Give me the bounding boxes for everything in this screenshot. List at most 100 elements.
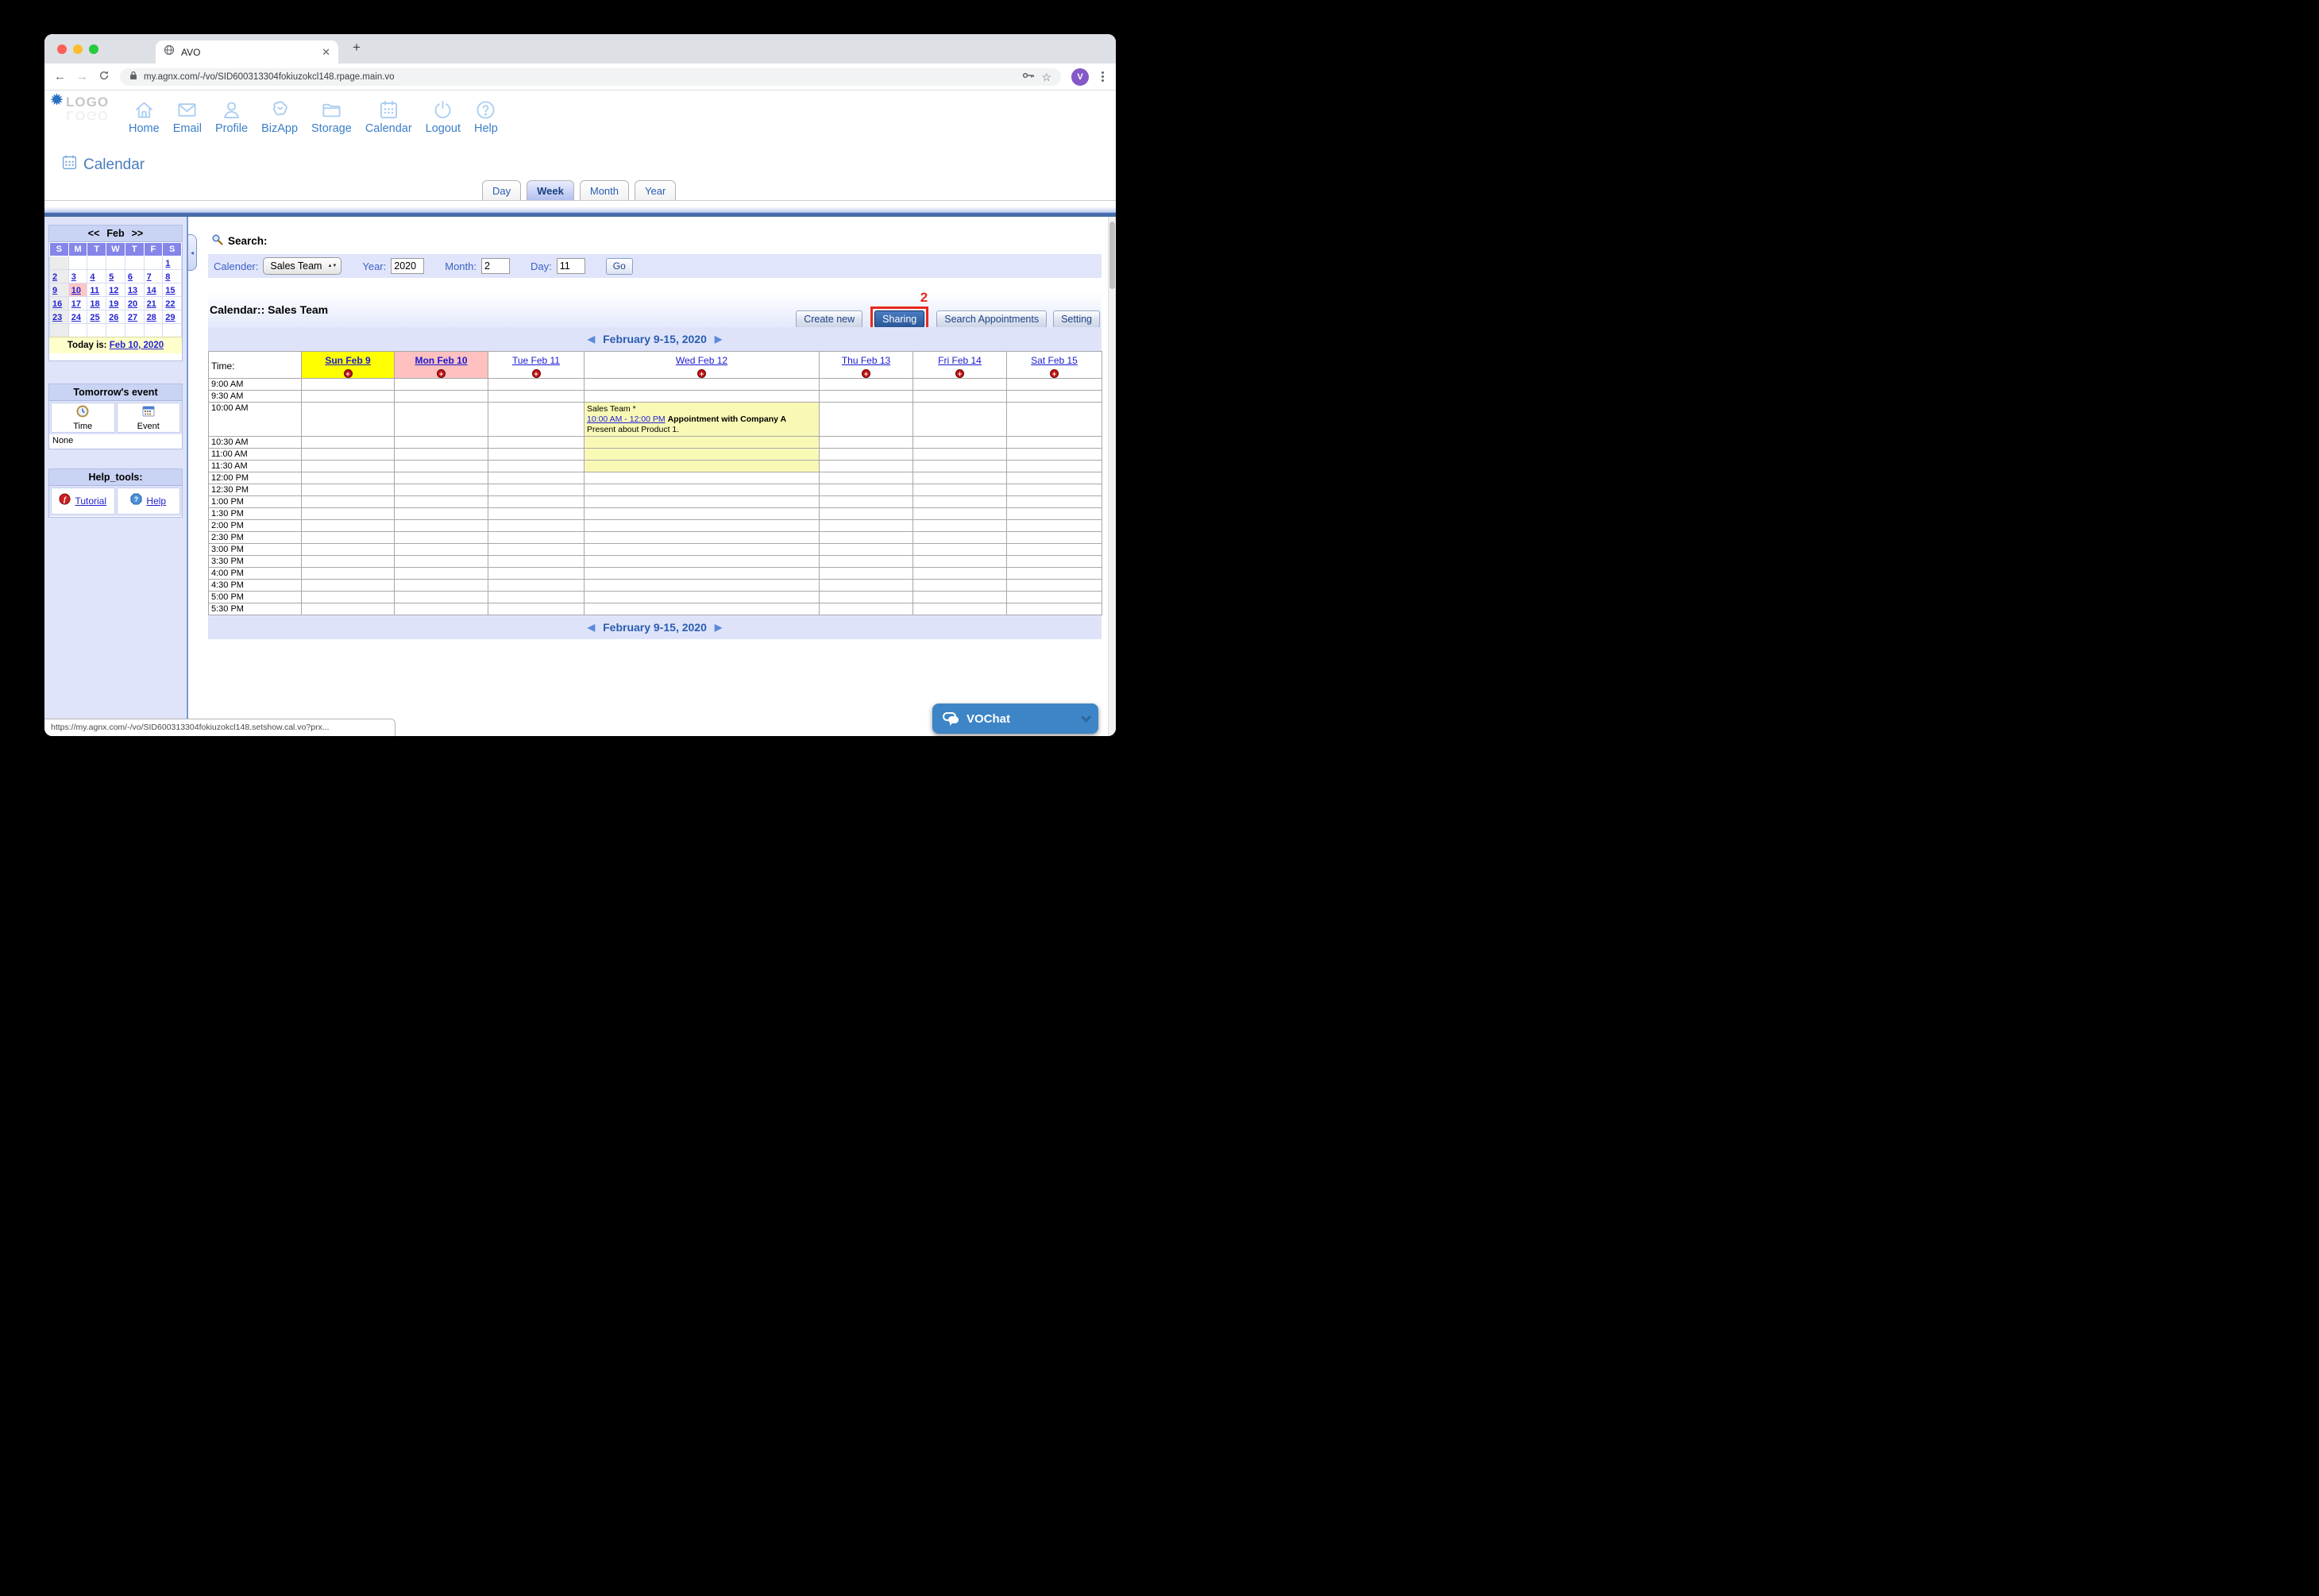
minical-day-cell[interactable]: 5 — [106, 270, 125, 283]
prev-week-icon[interactable]: ◀ — [588, 333, 595, 345]
minical-day-cell[interactable]: 14 — [144, 283, 163, 296]
minical-day-link[interactable]: 10 — [71, 286, 81, 295]
minical-day-cell[interactable]: 2 — [50, 270, 68, 283]
year-input[interactable] — [391, 258, 425, 274]
today-date-link[interactable]: Feb 10, 2020 — [110, 341, 164, 350]
minical-day-link[interactable]: 8 — [165, 272, 170, 282]
scrollbar-thumb[interactable] — [1109, 222, 1115, 289]
slot-cell[interactable] — [913, 555, 1007, 568]
slot-cell[interactable] — [584, 567, 820, 580]
create-new-button[interactable]: Create new — [796, 310, 863, 328]
day-link[interactable]: Mon Feb 10 — [415, 355, 467, 366]
next-week-icon[interactable]: ▶ — [715, 622, 722, 633]
tab-day[interactable]: Day — [482, 180, 522, 201]
tab-week[interactable]: Week — [527, 180, 574, 201]
slot-cell[interactable] — [1006, 507, 1102, 520]
slot-cell[interactable] — [1006, 436, 1102, 449]
nav-item-storage[interactable]: Storage — [311, 99, 352, 135]
slot-cell[interactable] — [819, 495, 913, 508]
minical-day-cell[interactable]: 1 — [163, 256, 181, 269]
slot-cell[interactable] — [1006, 543, 1102, 556]
slot-cell[interactable] — [913, 603, 1007, 615]
slot-cell[interactable] — [819, 555, 913, 568]
slot-cell[interactable] — [394, 507, 488, 520]
prev-month-button[interactable]: << — [88, 226, 100, 241]
add-appointment-icon[interactable]: + — [1050, 369, 1059, 378]
minical-day-cell[interactable]: 24 — [68, 310, 87, 323]
slot-cell[interactable] — [301, 507, 395, 520]
minical-day-cell[interactable]: 29 — [163, 310, 181, 323]
add-appointment-icon[interactable]: + — [955, 369, 964, 378]
add-appointment-icon[interactable]: + — [343, 369, 353, 378]
minical-day-cell[interactable]: 3 — [68, 270, 87, 283]
slot-cell[interactable] — [394, 436, 488, 449]
slot-cell[interactable] — [301, 531, 395, 544]
slot-cell[interactable] — [819, 402, 913, 437]
minical-day-cell[interactable]: 26 — [106, 310, 125, 323]
vochat-widget[interactable]: VOChat — [932, 704, 1098, 734]
minical-day-cell[interactable]: 10 — [68, 283, 87, 296]
slot-cell[interactable] — [913, 531, 1007, 544]
slot-cell[interactable] — [1006, 591, 1102, 603]
minical-day-link[interactable]: 25 — [90, 313, 99, 322]
slot-cell[interactable] — [301, 495, 395, 508]
slot-cell[interactable] — [488, 591, 585, 603]
tab-year[interactable]: Year — [635, 180, 677, 201]
slot-cell[interactable] — [301, 543, 395, 556]
minical-day-cell[interactable]: 11 — [87, 283, 106, 296]
slot-cell[interactable] — [394, 555, 488, 568]
slot-cell[interactable] — [301, 579, 395, 592]
slot-cell[interactable] — [819, 448, 913, 461]
slot-cell[interactable] — [1006, 579, 1102, 592]
nav-item-logout[interactable]: Logout — [426, 99, 461, 135]
minical-day-link[interactable]: 24 — [71, 313, 81, 322]
slot-cell[interactable] — [584, 543, 820, 556]
add-appointment-icon[interactable]: + — [862, 369, 870, 378]
minical-day-cell[interactable]: 6 — [125, 270, 144, 283]
slot-cell[interactable] — [488, 543, 585, 556]
sidebar-collapse-handle[interactable]: ◂ — [188, 234, 197, 271]
minical-day-link[interactable]: 28 — [147, 313, 156, 322]
month-input[interactable] — [481, 258, 510, 274]
slot-cell[interactable] — [394, 390, 488, 403]
slot-cell[interactable] — [301, 390, 395, 403]
minical-day-link[interactable]: 15 — [165, 286, 175, 295]
day-link[interactable]: Fri Feb 14 — [938, 355, 982, 366]
minical-day-link[interactable]: 23 — [52, 313, 62, 322]
forward-icon[interactable]: → — [76, 71, 88, 83]
sharing-button[interactable]: Sharing — [874, 310, 925, 328]
slot-cell[interactable] — [488, 472, 585, 484]
event-appointment[interactable]: Sales Team * 10:00 AM - 12:00 PM Appointm… — [585, 403, 819, 436]
nav-item-help[interactable]: Help — [474, 99, 498, 135]
slot-cell[interactable] — [488, 603, 585, 615]
slot-cell[interactable] — [913, 579, 1007, 592]
slot-cell[interactable] — [819, 472, 913, 484]
close-window-button[interactable] — [57, 44, 67, 54]
slot-cell[interactable] — [488, 390, 585, 403]
slot-cell[interactable] — [819, 579, 913, 592]
slot-cell[interactable] — [1006, 484, 1102, 496]
slot-cell[interactable] — [1006, 448, 1102, 461]
tutorial-link[interactable]: Tutorial — [75, 495, 106, 507]
slot-cell[interactable] — [913, 390, 1007, 403]
prev-week-icon[interactable]: ◀ — [588, 622, 595, 633]
slot-cell[interactable] — [488, 531, 585, 544]
search-appointments-button[interactable]: Search Appointments — [936, 310, 1048, 328]
slot-cell[interactable] — [488, 579, 585, 592]
nav-item-calendar[interactable]: Calendar — [365, 99, 412, 135]
slot-cell[interactable] — [394, 591, 488, 603]
minical-day-cell[interactable]: 9 — [50, 283, 68, 296]
slot-cell[interactable] — [819, 436, 913, 449]
slot-cell[interactable] — [584, 603, 820, 615]
slot-cell[interactable] — [488, 378, 585, 391]
minical-day-link[interactable]: 11 — [90, 286, 99, 295]
minical-day-link[interactable]: 3 — [71, 272, 76, 282]
slot-cell[interactable] — [394, 567, 488, 580]
slot-cell[interactable] — [819, 378, 913, 391]
minical-day-link[interactable]: 21 — [147, 299, 156, 309]
minical-day-link[interactable]: 2 — [52, 272, 57, 282]
slot-cell[interactable] — [819, 531, 913, 544]
bookmark-star-icon[interactable]: ☆ — [1041, 71, 1051, 83]
slot-cell[interactable] — [819, 591, 913, 603]
help-link[interactable]: Help — [146, 495, 166, 507]
